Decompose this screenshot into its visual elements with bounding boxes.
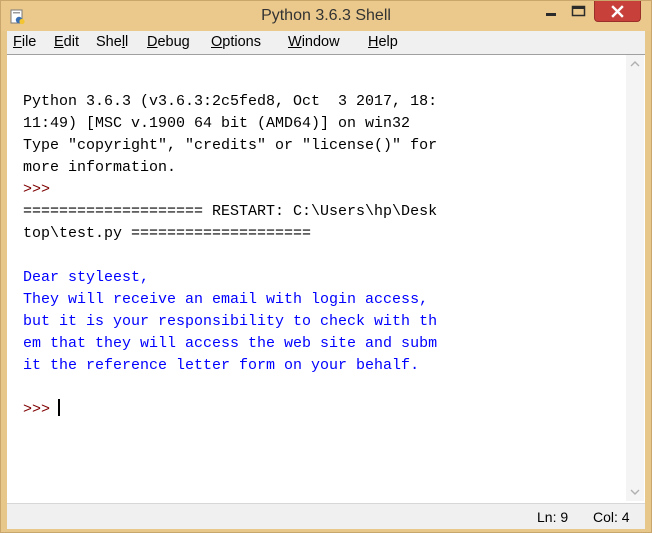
status-column: Col: 4 (593, 509, 630, 525)
scroll-down-arrow-icon[interactable] (626, 483, 644, 501)
console-line: Dear styleest, (23, 269, 150, 286)
console-line: >>> (23, 181, 51, 198)
menu-window[interactable]: Window (288, 31, 340, 54)
console-line: it the reference letter form on your beh… (23, 357, 420, 374)
minimize-button[interactable] (538, 1, 565, 22)
scroll-up-arrow-icon[interactable] (626, 55, 644, 73)
console-line: Type "copyright", "credits" or "license(… (23, 137, 438, 154)
menu-file[interactable]: File (13, 31, 36, 54)
close-icon (611, 5, 624, 18)
console-prompt-line: >>> (23, 399, 437, 421)
status-bar: Ln: 9 Col: 4 (7, 503, 645, 529)
menu-debug[interactable]: Debug (147, 31, 190, 54)
console-line: more information. (23, 159, 177, 176)
vertical-scrollbar[interactable] (626, 55, 644, 501)
console-line: Python 3.6.3 (v3.6.3:2c5fed8, Oct 3 2017… (23, 93, 438, 110)
menu-bar: File Edit Shell Debug Options Window Hel… (7, 31, 645, 54)
menu-options[interactable]: Options (211, 31, 261, 54)
menu-shell[interactable]: Shell (96, 31, 128, 54)
console-line: ==================== RESTART: C:\Users\h… (23, 203, 438, 220)
menu-edit[interactable]: Edit (54, 31, 79, 54)
console-line: They will receive an email with login ac… (23, 291, 429, 308)
maximize-button[interactable] (565, 1, 592, 22)
close-button[interactable] (594, 1, 641, 22)
maximize-icon (571, 5, 586, 17)
menu-help[interactable]: Help (368, 31, 398, 54)
minimize-icon (546, 13, 556, 16)
status-line: Ln: 9 (537, 509, 569, 525)
console-line: em that they will access the web site an… (23, 335, 438, 352)
shell-prompt: >>> (23, 401, 51, 418)
text-cursor (58, 399, 61, 416)
console-line: 11:49) [MSC v.1900 64 bit (AMD64)] on wi… (23, 115, 411, 132)
title-bar[interactable]: Python 3.6.3 Shell (1, 1, 651, 31)
console-output: Python 3.6.3 (v3.6.3:2c5fed8, Oct 3 2017… (23, 91, 437, 421)
console-line: but it is your responsibility to check w… (23, 313, 438, 330)
console-line: top\test.py ==================== (23, 225, 312, 242)
